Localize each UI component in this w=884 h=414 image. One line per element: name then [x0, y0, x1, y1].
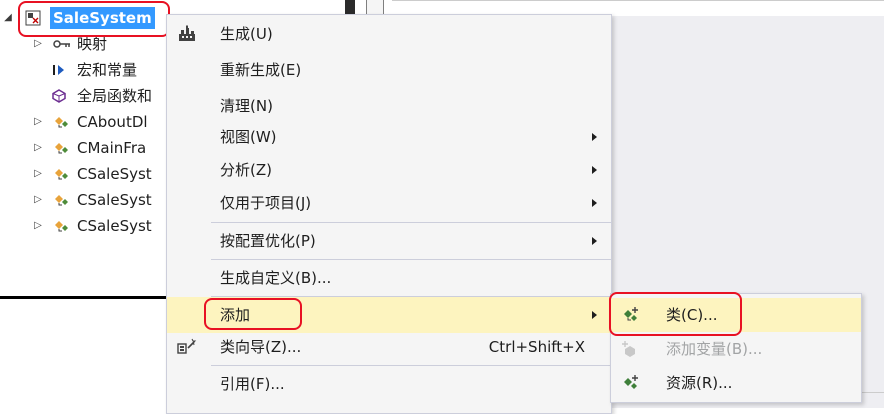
submenu-arrow-icon	[592, 199, 597, 207]
tree-item-label: 映射	[77, 35, 108, 53]
menu-item-label: 按配置优化(P)	[220, 232, 316, 250]
variable-add-icon	[621, 340, 641, 358]
tree-item-label: CSaleSyst	[77, 165, 152, 183]
tree-root-item[interactable]: ◢ SaleSystem	[0, 5, 170, 31]
menu-item-build[interactable]: 生成(U)	[167, 16, 611, 52]
menu-item-pgo[interactable]: 按配置优化(P)	[167, 223, 611, 259]
menu-item-class-wizard[interactable]: 类向导(Z)... Ctrl+Shift+X	[167, 329, 611, 365]
context-menu: 生成(U) 重新生成(E) 清理(N) 视图(W) 分析(Z) 仅用于项目(J)…	[166, 14, 612, 414]
submenu-item-resource[interactable]: 资源(R)...	[611, 366, 861, 400]
class-icon	[53, 135, 71, 161]
macro-icon	[50, 57, 68, 83]
tree-item-mapping[interactable]: ▷ 映射	[0, 31, 170, 57]
add-submenu: 类(C)... 添加变量(B)... 资源(R)...	[610, 293, 862, 403]
global-function-icon	[50, 83, 68, 109]
menu-item-label: 重新生成(E)	[220, 61, 302, 79]
tree-item-label: CSaleSyst	[77, 191, 152, 209]
class-add-icon	[621, 306, 641, 324]
menu-item-label: 生成(U)	[220, 25, 273, 43]
submenu-arrow-icon	[592, 237, 597, 245]
menu-item-label: 生成自定义(B)...	[220, 269, 332, 287]
menu-item-analyze[interactable]: 分析(Z)	[167, 152, 611, 188]
key-icon	[53, 31, 71, 57]
tree-item-class[interactable]: ▷ CSaleSyst	[0, 187, 170, 213]
menu-item-shortcut: Ctrl+Shift+X	[488, 338, 585, 356]
tree-item-macros[interactable]: 宏和常量	[0, 57, 170, 83]
collapsed-triangle-icon[interactable]: ▷	[30, 109, 46, 135]
tree-root-label[interactable]: SaleSystem	[50, 7, 155, 29]
collapsed-triangle-icon[interactable]: ▷	[30, 213, 46, 239]
build-icon	[177, 25, 197, 43]
tree-item-class[interactable]: ▷ CSaleSyst	[0, 161, 170, 187]
menu-item-label: 引用(F)...	[220, 375, 285, 393]
tab-strip-border	[392, 0, 884, 1]
project-icon	[24, 5, 42, 31]
collapsed-triangle-icon[interactable]: ▷	[30, 135, 46, 161]
submenu-item-label: 添加变量(B)...	[666, 340, 763, 358]
tree-item-class[interactable]: ▷ CAboutDl	[0, 109, 170, 135]
menu-item-label: 分析(Z)	[220, 161, 272, 179]
submenu-arrow-icon	[592, 133, 597, 141]
tree-item-class[interactable]: ▷ CSaleSyst	[0, 213, 170, 239]
menu-item-build-customizations[interactable]: 生成自定义(B)...	[167, 260, 611, 296]
menu-item-rebuild[interactable]: 重新生成(E)	[167, 52, 611, 88]
menu-item-view[interactable]: 视图(W)	[167, 119, 611, 155]
menu-item-label: 视图(W)	[220, 128, 277, 146]
tree-item-label: 全局函数和	[77, 87, 153, 105]
panel-divider	[0, 296, 168, 299]
collapsed-triangle-icon[interactable]: ▷	[30, 187, 46, 213]
tree-item-label: CAboutDl	[77, 113, 148, 131]
class-icon	[53, 187, 71, 213]
resource-add-icon	[621, 374, 641, 392]
submenu-arrow-icon	[592, 311, 597, 319]
panel-border	[862, 392, 884, 393]
class-icon	[53, 213, 71, 239]
tree-item-class[interactable]: ▷ CMainFra	[0, 135, 170, 161]
menu-item-label: 类向导(Z)...	[220, 338, 302, 356]
collapsed-triangle-icon[interactable]: ▷	[30, 31, 46, 57]
tree-item-label: 宏和常量	[77, 61, 138, 79]
tree-item-global-functions[interactable]: 全局函数和	[0, 83, 170, 109]
tree-item-label: CSaleSyst	[77, 217, 152, 235]
expanded-triangle-icon[interactable]: ◢	[0, 5, 16, 31]
menu-item-project-only[interactable]: 仅用于项目(J)	[167, 185, 611, 221]
menu-item-add[interactable]: 添加	[167, 297, 611, 333]
collapsed-triangle-icon[interactable]: ▷	[30, 161, 46, 187]
class-icon	[53, 161, 71, 187]
menu-item-label: 仅用于项目(J)	[220, 194, 312, 212]
menu-item-references[interactable]: 引用(F)...	[167, 366, 611, 402]
submenu-item-label: 资源(R)...	[666, 374, 733, 392]
class-wizard-icon	[177, 338, 197, 356]
class-icon	[53, 109, 71, 135]
tree-item-label: CMainFra	[77, 139, 147, 157]
submenu-item-class[interactable]: 类(C)...	[611, 298, 861, 332]
submenu-item-label: 类(C)...	[666, 306, 718, 324]
menu-item-label: 添加	[220, 306, 251, 324]
submenu-arrow-icon	[592, 166, 597, 174]
submenu-item-add-variable: 添加变量(B)...	[611, 332, 861, 366]
